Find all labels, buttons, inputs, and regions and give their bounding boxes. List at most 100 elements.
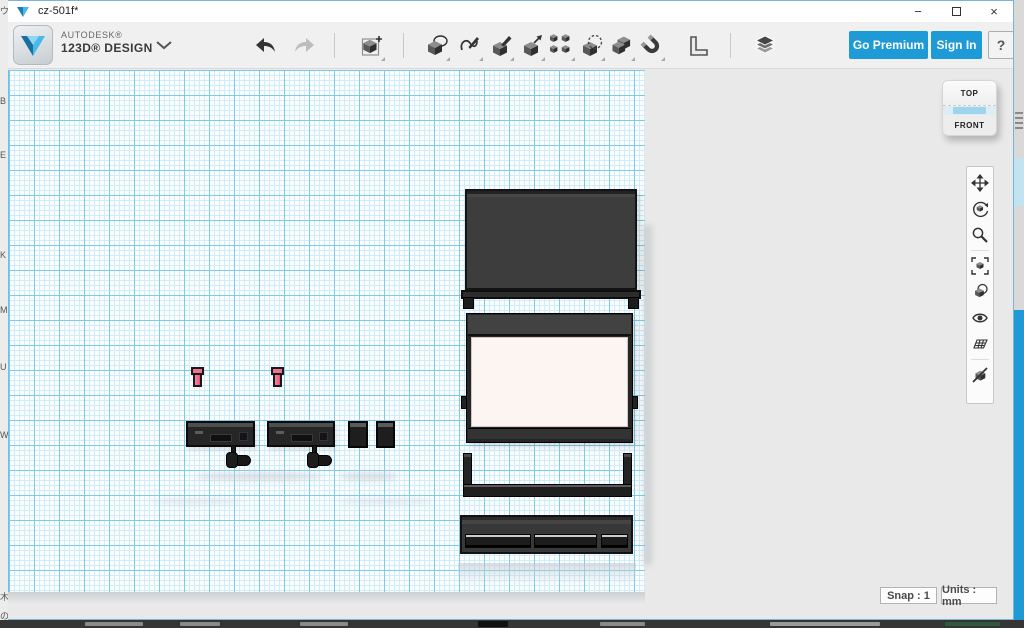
grid-sheet-icon	[971, 335, 989, 353]
snap-button[interactable]	[639, 30, 665, 62]
toolbar-separator	[730, 33, 731, 58]
model-tray-slot[interactable]	[601, 534, 628, 548]
taskbar-fragment	[180, 622, 220, 626]
model-bracket-bar[interactable]	[463, 484, 632, 497]
sketch-button[interactable]	[457, 30, 483, 62]
fit-view-button[interactable]	[968, 253, 992, 279]
model-screen-tab[interactable]	[632, 396, 638, 409]
model-back-panel-rail[interactable]	[461, 290, 641, 299]
model-panel-foot[interactable]	[463, 297, 474, 309]
bar-slot	[239, 432, 248, 441]
palette-separator	[971, 250, 989, 251]
bar-slot	[210, 434, 232, 442]
model-screen-bottom-bezel	[468, 428, 631, 439]
bar-slot	[291, 434, 313, 442]
model-screen-frame[interactable]	[466, 313, 633, 443]
taskbar-fragment	[770, 622, 880, 626]
model-tray-slot[interactable]	[465, 534, 531, 548]
help-button[interactable]: ?	[988, 31, 1014, 59]
transform-button[interactable]	[519, 30, 545, 62]
object-shadow	[195, 472, 323, 481]
taskbar-sliver	[0, 620, 1024, 628]
app-menu-button[interactable]	[13, 25, 53, 65]
background-blue-strip	[1014, 310, 1024, 628]
edge-letter: 木	[0, 590, 8, 603]
construct-button[interactable]	[488, 30, 514, 62]
knob-rim	[271, 367, 284, 375]
view-cube-front-face[interactable]: FRONT	[943, 115, 996, 135]
bar-slot	[319, 432, 328, 441]
model-bar-bracket[interactable]	[186, 421, 255, 447]
model-screen-window	[471, 337, 628, 427]
model-pink-knob[interactable]	[191, 367, 204, 387]
model-small-block[interactable]	[348, 421, 368, 448]
bar-detail	[195, 431, 203, 434]
toolbar-separator	[334, 33, 335, 58]
sign-in-button[interactable]: Sign In	[931, 31, 982, 59]
combine-button[interactable]	[609, 30, 635, 62]
model-elbow-joint[interactable]	[308, 455, 332, 466]
model-back-panel[interactable]	[465, 189, 637, 290]
fit-brackets-icon	[971, 257, 989, 275]
orbit-button[interactable]	[968, 196, 992, 222]
view-cube-top-face[interactable]: TOP	[943, 81, 996, 106]
model-elbow-joint[interactable]	[227, 455, 251, 466]
undo-icon	[254, 36, 278, 56]
edge-letter: B	[0, 96, 6, 106]
taskbar-fragment	[300, 622, 348, 626]
view-cube[interactable]: TOP FRONT	[942, 80, 997, 136]
zoom-button[interactable]	[968, 222, 992, 248]
model-small-block[interactable]	[376, 421, 395, 448]
orbit-icon	[971, 200, 989, 218]
import-icon	[360, 34, 384, 58]
hide-solids-button[interactable]	[968, 362, 992, 388]
pattern-button[interactable]	[549, 30, 575, 62]
background-fragment	[1015, 112, 1023, 132]
group-button[interactable]	[579, 30, 605, 62]
view-cube-edge-highlight[interactable]	[943, 106, 996, 115]
units-setting[interactable]: Units : mm	[941, 587, 997, 604]
object-cast-shadow	[643, 225, 652, 565]
model-panel-foot[interactable]	[628, 297, 639, 309]
material-button[interactable]	[968, 279, 992, 305]
titlebar: cz-501f* − ×	[8, 0, 1013, 22]
pan-icon	[971, 174, 989, 192]
snap-setting[interactable]: Snap : 1	[880, 587, 937, 604]
tray-shadow	[458, 563, 636, 585]
show-hide-button[interactable]	[968, 305, 992, 331]
layers-button[interactable]	[752, 30, 778, 62]
background-fragment	[1014, 158, 1024, 206]
model-bracket-post[interactable]	[623, 453, 632, 487]
main-toolbar: AUTODESK® 123D® DESIGN	[8, 22, 1013, 69]
ruler-icon	[685, 34, 709, 58]
model-bar-bracket[interactable]	[267, 421, 335, 447]
knob-rim	[191, 367, 204, 375]
measure-button[interactable]	[684, 30, 710, 62]
undo-button[interactable]	[253, 30, 279, 62]
brand-text: AUTODESK® 123D® DESIGN	[61, 30, 153, 56]
brand-123d-design: 123D® DESIGN	[61, 41, 153, 56]
minimize-button[interactable]: −	[899, 0, 937, 22]
pan-button[interactable]	[968, 170, 992, 196]
app-logo-icon	[16, 5, 30, 18]
primitives-button[interactable]	[424, 30, 450, 62]
model-pink-knob[interactable]	[271, 367, 284, 387]
chevron-down-icon[interactable]	[156, 41, 172, 50]
redo-icon	[293, 36, 317, 56]
palette-separator	[971, 359, 989, 360]
close-button[interactable]: ×	[975, 0, 1013, 22]
combine-icon	[610, 34, 634, 58]
view-cube-edge-inner	[953, 107, 986, 114]
edge-letter: の	[0, 609, 8, 620]
model-bracket-post[interactable]	[463, 453, 472, 487]
eye-icon	[971, 309, 989, 327]
redo-button[interactable]	[292, 30, 318, 62]
model-screen-tab[interactable]	[461, 396, 467, 409]
go-premium-button[interactable]: Go Premium	[849, 31, 928, 59]
model-tray-slot[interactable]	[534, 534, 597, 548]
toolbar-separator	[403, 33, 404, 58]
maximize-button[interactable]	[937, 0, 975, 22]
import-button[interactable]	[359, 30, 385, 62]
bar-detail	[276, 431, 284, 434]
grid-visibility-button[interactable]	[968, 331, 992, 357]
